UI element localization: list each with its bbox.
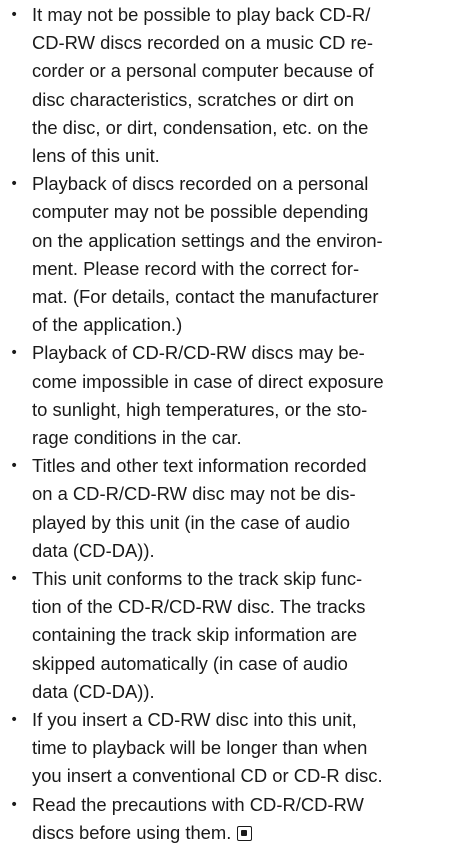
bullet-icon: • [10, 7, 19, 23]
text-line: This unit conforms to the track skip fun… [32, 568, 363, 590]
cd-r-rw-notes-list: • It may not be possible to play back CD… [8, 1, 458, 847]
text-line: on a CD-R/CD-RW disc may not be dis- [32, 483, 356, 505]
text-line: of the application.) [32, 314, 183, 336]
list-item: • Titles and other text information reco… [8, 452, 458, 565]
text-line: to sunlight, high temperatures, or the s… [32, 398, 368, 420]
text-line: Titles and other text information record… [32, 455, 367, 477]
text-line: CD-RW discs recorded on a music CD re- [32, 32, 373, 54]
text-line: containing the track skip information ar… [32, 624, 358, 646]
text-line: Playback of discs recorded on a personal [32, 173, 369, 195]
text-line: disc characteristics, scratches or dirt … [32, 88, 354, 110]
bullet-icon: • [10, 571, 19, 588]
bullet-icon: • [10, 345, 19, 362]
manual-page: • It may not be possible to play back CD… [0, 0, 461, 843]
list-item: • Playback of discs recorded on a person… [8, 170, 458, 339]
bullet-icon: • [10, 176, 19, 193]
text-line: on the application settings and the envi… [32, 229, 383, 251]
bullet-icon: • [10, 458, 19, 475]
text-line: It may not be possible to play back CD-R… [32, 4, 371, 25]
text-segment: discs before using them. [32, 821, 232, 843]
text-line: data (CD-DA)). [32, 680, 155, 702]
list-item: • This unit conforms to the track skip f… [8, 565, 458, 706]
text-line: you insert a conventional CD or CD-R dis… [32, 765, 383, 787]
list-item: • Playback of CD-R/CD-RW discs may be- c… [8, 339, 458, 452]
text-line: tion of the CD-R/CD-RW disc. The tracks [32, 596, 366, 618]
text-line: time to playback will be longer than whe… [32, 737, 368, 759]
text-line: come impossible in case of direct exposu… [32, 370, 384, 392]
text-line: ment. Please record with the correct for… [32, 257, 360, 279]
text-line: corder or a personal computer because of [32, 60, 374, 82]
text-line: lens of this unit. [32, 145, 160, 167]
text-line: played by this unit (in the case of audi… [32, 511, 350, 533]
text-line: Playback of CD-R/CD-RW discs may be- [32, 342, 365, 364]
text-line: discs before using them. [32, 819, 458, 847]
text-line: data (CD-DA)). [32, 539, 155, 561]
text-line: If you insert a CD-RW disc into this uni… [32, 709, 357, 731]
text-line: Read the precautions with CD-R/CD-RW [32, 793, 364, 815]
text-line: the disc, or dirt, condensation, etc. on… [32, 116, 369, 138]
list-item: • It may not be possible to play back CD… [8, 1, 458, 170]
bullet-icon: • [10, 712, 19, 729]
list-item: • If you insert a CD-RW disc into this u… [8, 706, 458, 791]
bullet-icon: • [10, 796, 19, 813]
text-line: mat. (For details, contact the manufactu… [32, 286, 379, 308]
text-line: rage conditions in the car. [32, 427, 242, 449]
text-line: skipped automatically (in case of audio [32, 652, 348, 674]
text-line: computer may not be possible depending [32, 201, 369, 223]
